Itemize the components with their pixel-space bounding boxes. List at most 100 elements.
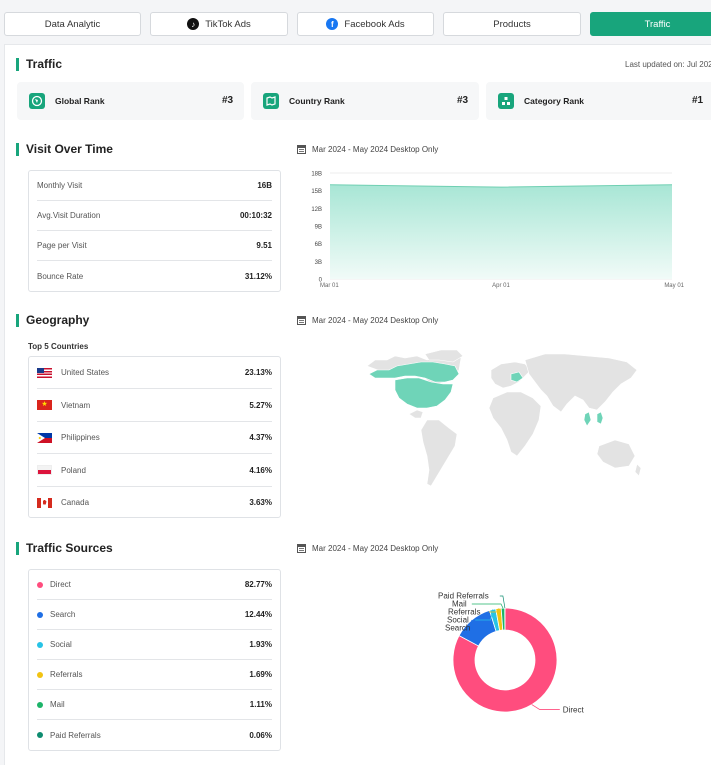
rank-value: #3 xyxy=(457,95,469,106)
country-label: Poland xyxy=(37,465,249,475)
metric-label: Avg.Visit Duration xyxy=(37,211,101,220)
tiktok-icon: ♪ xyxy=(187,18,200,30)
category-rank-card: Category Rank #1 xyxy=(486,82,711,120)
country-name: United States xyxy=(61,368,110,377)
tab-data-analytic[interactable]: Data Analytic xyxy=(4,12,141,36)
y-tick-label: 6B xyxy=(315,242,322,248)
category-icon xyxy=(498,93,514,109)
traffic-title: Traffic xyxy=(16,58,62,71)
donut-label: Referrals xyxy=(448,608,480,617)
country-value: 5.27% xyxy=(249,400,272,410)
y-tick-label: 3B xyxy=(315,260,322,266)
rank-value: #3 xyxy=(222,95,234,106)
country-label: Philippines xyxy=(37,432,249,443)
metric-row: Avg.Visit Duration 00:10:32 xyxy=(37,201,272,231)
search-dot-icon xyxy=(37,611,43,618)
x-axis-ticks: Mar 01 Apr 01 May 01 xyxy=(320,283,685,289)
globe-icon xyxy=(29,93,45,109)
geography-title: Geography xyxy=(16,314,89,327)
tab-traffic[interactable]: Traffic xyxy=(590,12,711,36)
tab-label: Data Analytic xyxy=(44,18,101,30)
area-series xyxy=(330,184,672,279)
tab-label: Products xyxy=(493,18,531,30)
map-caribbean xyxy=(408,409,424,419)
paid-referrals-dot-icon xyxy=(37,732,43,738)
rank-label: Country Rank xyxy=(289,96,345,106)
source-label: Referrals xyxy=(37,670,249,679)
subtitle-text: Mar 2024 - May 2024 Desktop Only xyxy=(312,544,439,553)
country-value: 23.13% xyxy=(244,368,272,377)
facebook-icon: f xyxy=(326,18,339,30)
donut-label: Mail xyxy=(452,600,467,609)
top-tab-bar: Data Analytic ♪ TikTok Ads f Facebook Ad… xyxy=(0,0,711,44)
vn-flag-icon: ★ xyxy=(37,400,52,410)
referrals-dot-icon xyxy=(37,671,43,678)
world-map xyxy=(366,349,642,487)
metric-row: Bounce Rate 31.12% xyxy=(37,261,272,291)
top-countries-label: Top 5 Countries xyxy=(28,342,89,351)
x-tick-label: Mar 01 xyxy=(320,283,339,289)
country-value: 3.63% xyxy=(249,498,272,507)
source-name: Referrals xyxy=(50,670,83,679)
donut-label: Paid Referrals xyxy=(438,592,489,601)
direct-dot-icon xyxy=(37,581,43,588)
source-name: Social xyxy=(50,640,72,649)
visit-over-time-title: Visit Over Time xyxy=(16,143,113,156)
source-name: Paid Referrals xyxy=(50,730,101,740)
ca-flag-icon xyxy=(37,497,52,508)
visits-area-chart: 03B6B9B12B15B18B Mar 01 Apr 01 May 01 xyxy=(311,172,685,290)
tab-label: Facebook Ads xyxy=(344,18,405,30)
source-row: Mail 1.11% xyxy=(37,690,272,720)
country-name: Philippines xyxy=(61,433,100,442)
source-row: Referrals 1.69% xyxy=(37,660,272,690)
last-updated-text: Last updated on: Jul 2024 xyxy=(625,60,711,69)
calendar-icon xyxy=(297,316,306,325)
y-tick-label: 18B xyxy=(311,172,322,178)
country-row: Canada 3.63% xyxy=(37,487,272,518)
traffic-sources-donut-chart: Direct SearchSocialReferralsMailPaid Refe… xyxy=(438,592,584,715)
country-label: Canada xyxy=(37,497,249,508)
country-row: United States 23.13% xyxy=(37,357,272,389)
social-dot-icon xyxy=(37,641,43,648)
tab-tiktok-ads[interactable]: ♪ TikTok Ads xyxy=(150,12,288,36)
pl-flag-icon xyxy=(37,465,52,475)
y-tick-label: 9B xyxy=(315,225,322,231)
country-row: ★ Vietnam 5.27% xyxy=(37,389,272,422)
source-value: 0.06% xyxy=(249,730,272,740)
map-south-america xyxy=(420,419,458,487)
label-leader-line xyxy=(531,704,560,710)
source-label: Mail xyxy=(37,700,250,709)
source-label: Social xyxy=(37,640,249,649)
source-label: Direct xyxy=(37,580,245,589)
source-row: Search 12.44% xyxy=(37,600,272,630)
calendar-icon xyxy=(297,145,306,154)
tab-products[interactable]: Products xyxy=(443,12,581,36)
calendar-icon xyxy=(297,544,306,553)
metric-row: Monthly Visit 16B xyxy=(37,171,272,201)
country-label: ★ Vietnam xyxy=(37,400,249,410)
source-name: Direct xyxy=(50,580,71,589)
country-rank-card: Country Rank #3 xyxy=(251,82,479,120)
source-label: Paid Referrals xyxy=(37,731,249,740)
us-flag-icon xyxy=(37,367,52,378)
map-australia xyxy=(596,439,636,469)
traffic-sources-subtitle: Mar 2024 - May 2024 Desktop Only xyxy=(297,544,438,553)
tab-label: Traffic xyxy=(644,18,671,30)
map-africa xyxy=(488,391,542,457)
tab-label: TikTok Ads xyxy=(205,18,251,30)
metric-value: 31.12% xyxy=(244,271,272,281)
metric-value: 9.51 xyxy=(256,241,272,250)
subtitle-text: Mar 2024 - May 2024 Desktop Only xyxy=(312,145,439,154)
metric-label: Page per Visit xyxy=(37,241,87,250)
source-row: Paid Referrals 0.06% xyxy=(37,720,272,750)
geography-subtitle: Mar 2024 - May 2024 Desktop Only xyxy=(297,316,438,325)
rank-label: Category Rank xyxy=(524,96,584,106)
country-row: Philippines 4.37% xyxy=(37,422,272,454)
global-rank-card: Global Rank #3 xyxy=(17,82,244,120)
country-value: 4.37% xyxy=(249,433,272,442)
ph-flag-icon xyxy=(37,432,52,443)
country-name: Canada xyxy=(61,498,90,507)
tab-facebook-ads[interactable]: f Facebook Ads xyxy=(297,12,434,36)
visit-metrics-box: Monthly Visit 16B Avg.Visit Duration 00:… xyxy=(28,170,281,292)
map-usa-highlight xyxy=(394,377,454,409)
